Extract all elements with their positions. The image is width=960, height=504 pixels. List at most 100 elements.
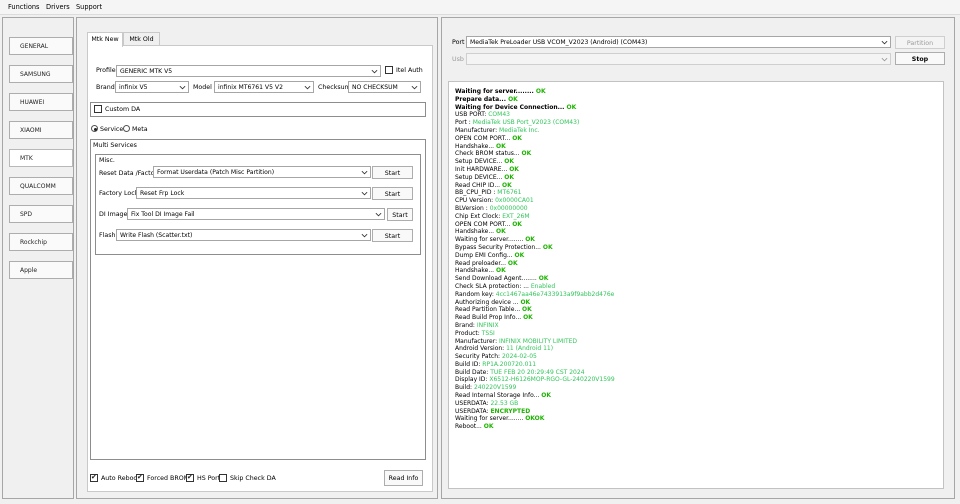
meta-label: Meta <box>132 126 148 133</box>
log-text: Display ID: <box>455 376 490 384</box>
log-text: BLVersion : <box>455 204 490 212</box>
auto-reboot-checkbox[interactable] <box>90 473 98 482</box>
forced-brom-label: Forced BROM <box>147 475 190 482</box>
log-value: COM43 <box>488 111 510 119</box>
menu-support[interactable]: Support <box>76 3 102 11</box>
read-info-button[interactable]: Read Info <box>384 470 423 486</box>
log-line: Read CHIP ID... OK <box>455 182 943 190</box>
log-value: OK <box>525 236 535 244</box>
log-value: OK <box>509 165 519 173</box>
service-radio[interactable] <box>91 125 98 132</box>
sidebar-item-general[interactable]: GENERAL <box>9 37 73 55</box>
log-text: Read Internal Storage Info... <box>455 392 542 400</box>
log-value: 11 (Android 11) <box>506 345 554 353</box>
log-value: OK <box>514 251 525 259</box>
factory-lock-select[interactable]: Reset Frp Lock <box>136 187 371 199</box>
meta-radio[interactable] <box>123 125 130 132</box>
log-text: Authorizing device ... <box>455 298 521 306</box>
skip-check-da-checkbox[interactable] <box>219 474 227 482</box>
usb-label: Usb <box>452 56 464 63</box>
di-image-select[interactable]: Fix Tool DI Image Fail <box>127 208 385 220</box>
chevron-down-icon <box>361 170 368 175</box>
log-line: Handshake... OK <box>455 228 943 236</box>
forced-brom-checkbox[interactable] <box>136 473 144 482</box>
hs-port-label: HS Port <box>197 475 221 482</box>
log-line: Display ID: X6512-H6126MOP-RGO-GL-240220… <box>455 376 943 384</box>
log-line: Security Patch: 2024-02-05 <box>455 353 943 361</box>
sidebar-item-samsung[interactable]: SAMSUNG <box>9 65 73 83</box>
sidebar-item-apple[interactable]: Apple <box>9 261 73 279</box>
misc-title: Misc. <box>99 157 115 164</box>
log-value: OK <box>504 173 515 181</box>
log-text: Handshake... <box>455 142 496 150</box>
flash-label: Flash <box>99 232 116 239</box>
chevron-down-icon <box>304 85 311 90</box>
checksum-label: Checksum <box>318 84 351 91</box>
tab-mtk-old[interactable]: Mtk Old <box>123 32 160 46</box>
log-value: OK <box>521 150 532 158</box>
log-line: Port : MediaTek USB Port_V2023 (COM43) <box>455 119 943 127</box>
log-line: Waiting for server........ OK <box>455 236 943 244</box>
log-value: EXT_26M <box>502 212 530 220</box>
log-text: Build ID: <box>455 360 483 368</box>
brand-select[interactable]: infinix V5 <box>115 81 189 93</box>
partition-button[interactable]: Partition <box>895 36 945 49</box>
reset-data-select[interactable]: Format Userdata (Patch Misc Partition) <box>153 166 371 178</box>
itel-auth-checkbox[interactable] <box>385 66 393 74</box>
log-value: OK <box>502 181 512 189</box>
checksum-select[interactable]: NO CHECKSUM <box>348 81 421 93</box>
chevron-down-icon <box>881 40 888 45</box>
log-line: Setup DEVICE... OK <box>455 158 943 166</box>
model-select[interactable]: infinix MT6761 V5 V2 <box>214 81 314 93</box>
log-line: Reboot... OK <box>455 423 943 431</box>
hs-port-checkbox[interactable] <box>186 473 194 482</box>
log-value: OK <box>512 220 522 228</box>
di-image-label: DI Image <box>99 211 128 218</box>
log-value: Enabled <box>530 282 556 290</box>
sidebar-item-rockchip[interactable]: Rockchip <box>9 233 73 251</box>
multi-services-title: Multi Services <box>93 142 137 149</box>
log-line: Handshake... OK <box>455 267 943 275</box>
log-text: Init HARDWARE... <box>455 165 510 173</box>
log-text: Read Build Prop Info... <box>455 314 524 322</box>
port-select[interactable]: MediaTek PreLoader USB VCOM_V2023 (Andro… <box>466 36 891 48</box>
log-value: 0x00000000 <box>489 204 528 212</box>
auto-reboot-label: Auto Reboot <box>101 475 140 482</box>
log-output[interactable]: Waiting for server........ OK Prepare dat… <box>448 81 944 489</box>
log-text: Waiting for server........ <box>455 88 536 95</box>
sidebar-item-huawei[interactable]: HUAWEI <box>9 93 73 111</box>
sidebar-item-mtk[interactable]: MTK <box>9 149 73 167</box>
flash-select[interactable]: Write Flash (Scatter.txt) <box>116 229 371 241</box>
stop-button[interactable]: Stop <box>895 52 945 65</box>
chevron-down-icon <box>179 85 186 90</box>
flash-start-button[interactable]: Start <box>372 229 413 242</box>
log-line: BLVersion : 0x00000000 <box>455 205 943 213</box>
log-line: Send Download Agent........ OK <box>455 275 943 283</box>
log-line: Read Partition Table... OK <box>455 306 943 314</box>
flash-value: Write Flash (Scatter.txt) <box>120 232 193 239</box>
di-image-start-button[interactable]: Start <box>387 208 413 221</box>
sidebar-item-spd[interactable]: SPD <box>9 205 73 223</box>
menu-functions[interactable]: Functions <box>8 3 39 11</box>
custom-da-box <box>90 102 426 117</box>
sidebar-item-qualcomm[interactable]: QUALCOMM <box>9 177 73 195</box>
di-image-value: Fix Tool DI Image Fail <box>131 211 195 218</box>
skip-check-da-label: Skip Check DA <box>230 475 276 482</box>
log-line: Android Version: 11 (Android 11) <box>455 345 943 353</box>
log-value: 2024-02-05 <box>501 353 537 361</box>
log-text: Waiting for server........ <box>455 236 526 244</box>
sidebar-item-xiaomi[interactable]: XIAOMI <box>9 121 73 139</box>
menu-drivers[interactable]: Drivers <box>46 3 70 11</box>
usb-select[interactable] <box>466 53 891 65</box>
log-value: OK <box>538 275 549 283</box>
tab-mtk-new[interactable]: Mtk New <box>87 32 123 47</box>
custom-da-checkbox[interactable] <box>94 105 102 113</box>
factory-lock-start-button[interactable]: Start <box>372 187 413 200</box>
factory-lock-value: Reset Frp Lock <box>140 190 185 197</box>
reset-data-value: Format Userdata (Patch Misc Partition) <box>157 169 275 176</box>
menu-bar: Functions Drivers Support <box>0 0 960 15</box>
profile-select[interactable]: GENERIC MTK V5 <box>116 65 381 77</box>
log-value: MT6761 <box>497 189 522 197</box>
log-text: USERDATA: <box>455 407 491 415</box>
reset-data-start-button[interactable]: Start <box>372 166 413 179</box>
